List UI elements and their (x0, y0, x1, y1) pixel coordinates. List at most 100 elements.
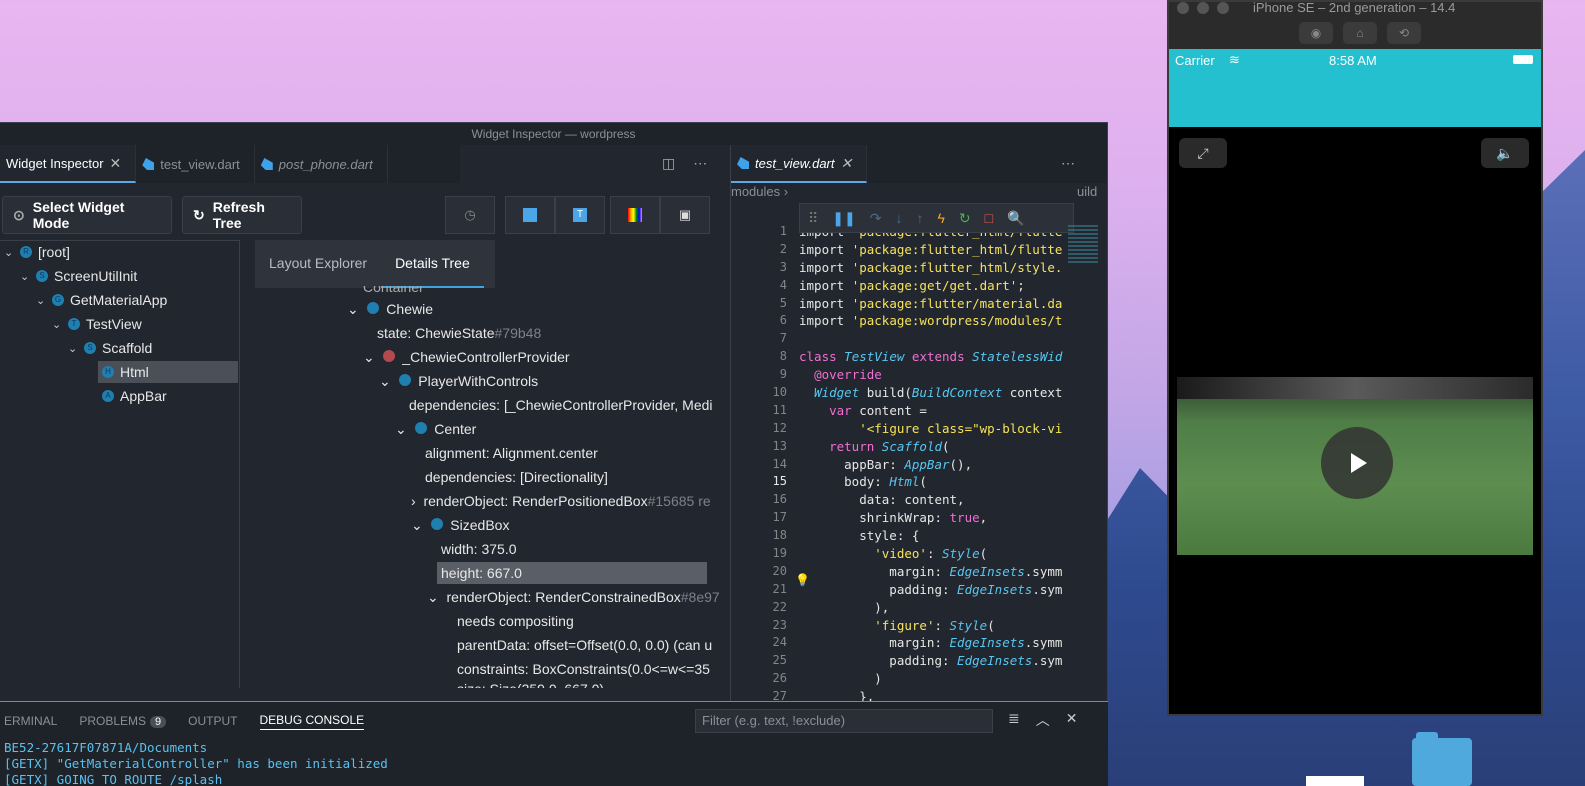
detail-parent-data[interactable]: parentData: offset=Offset(0.0, 0.0) (can… (457, 634, 725, 656)
chevron-down-icon[interactable]: ⌄ (379, 373, 391, 389)
play-button-icon[interactable] (1321, 427, 1393, 499)
tab-test-view-editor[interactable]: test_view.dart ✕ (731, 145, 868, 183)
code-editor[interactable]: test_view.dart ✕ ⋯ modules › uild 123456… (730, 145, 1108, 724)
more-actions-icon[interactable]: ⋯ (693, 155, 707, 172)
home-icon: ⌂ (1356, 26, 1364, 40)
widget-badge-icon: S (36, 270, 48, 282)
hot-restart-icon[interactable]: ↻ (959, 210, 971, 227)
detail-label: renderObject: RenderPositionedBox (423, 493, 648, 509)
chevron-down-icon[interactable]: ⌄ (395, 421, 407, 437)
volume-button[interactable]: 🔈 (1481, 138, 1529, 168)
stop-icon[interactable]: □ (985, 210, 993, 226)
detail-provider[interactable]: ⌄ _ChewieControllerProvider (363, 346, 570, 368)
tab-widget-inspector[interactable]: Widget Inspector ✕ (0, 145, 137, 183)
detail-constraints[interactable]: constraints: BoxConstraints(0.0<=w<=35 (457, 658, 725, 680)
tab-terminal[interactable]: ERMINAL (4, 714, 57, 728)
detail-needs-compositing[interactable]: needs compositing (457, 610, 574, 632)
video-player[interactable] (1177, 377, 1533, 555)
dart-file-icon (142, 158, 155, 170)
screenshot-button[interactable]: ◉ (1299, 22, 1333, 44)
detail-render-constrained[interactable]: ⌄ renderObject: RenderConstrainedBox#8e9… (427, 586, 725, 608)
detail-render-positioned[interactable]: › renderObject: RenderPositionedBox#1568… (411, 490, 725, 512)
line-number: 20 (772, 563, 787, 578)
breadcrumb-item[interactable]: modules (731, 184, 780, 199)
tree-node-html[interactable]: H Html (98, 361, 238, 383)
lightbulb-icon[interactable]: 💡 (795, 573, 810, 587)
chevron-down-icon[interactable]: ⌄ (52, 318, 62, 331)
desktop-folder-icon[interactable] (1412, 732, 1472, 786)
refresh-tree-button[interactable]: ↻ Refresh Tree (182, 196, 302, 234)
detail-center[interactable]: ⌄ Center (395, 418, 476, 440)
fullscreen-button[interactable]: ⤢ (1179, 138, 1227, 168)
console-filter-input[interactable]: Filter (e.g. text, !exclude) (695, 709, 993, 733)
chevron-down-icon[interactable]: ⌄ (4, 246, 14, 259)
zoom-window-icon[interactable] (1217, 2, 1229, 14)
detail-width[interactable]: width: 375.0 (441, 538, 517, 560)
pause-icon[interactable]: ❚❚ (832, 210, 855, 227)
detail-alignment[interactable]: alignment: Alignment.center (425, 442, 598, 464)
tree-node-screenutilinit[interactable]: ⌄ S ScreenUtilInit (20, 265, 137, 287)
chevron-down-icon[interactable]: ⌄ (20, 270, 30, 283)
inspect-icon[interactable]: 🔍 (1007, 210, 1024, 227)
detail-height[interactable]: height: 667.0 (437, 562, 707, 584)
chevron-up-icon[interactable]: ︿ (1036, 710, 1050, 730)
chevron-down-icon[interactable]: ⌄ (36, 294, 46, 307)
breadcrumb-end[interactable]: uild (1077, 184, 1097, 199)
drag-handle-icon[interactable]: ⠿ (808, 210, 818, 227)
detail-player[interactable]: ⌄ PlayerWithControls (379, 370, 538, 392)
text-baselines-button[interactable]: T (555, 196, 605, 234)
home-button[interactable]: ⌂ (1343, 22, 1377, 44)
history-button[interactable]: ◷ (445, 196, 495, 234)
step-into-icon[interactable]: ↓ (895, 210, 902, 226)
breadcrumb[interactable]: modules › (731, 184, 788, 199)
tree-node-testview[interactable]: ⌄ T TestView (52, 313, 142, 335)
code-content[interactable]: import 'package:flutter_html/flutte impor… (799, 223, 1062, 724)
chevron-down-icon[interactable]: ⌄ (427, 589, 439, 605)
word-wrap-icon[interactable]: ≣ (1008, 710, 1020, 730)
tree-node-appbar[interactable]: A AppBar (102, 385, 167, 407)
close-icon[interactable]: ✕ (841, 155, 853, 172)
minimap[interactable] (1068, 225, 1098, 265)
line-number: 7 (779, 331, 787, 346)
close-icon[interactable]: ✕ (110, 155, 122, 172)
tab-output[interactable]: OUTPUT (188, 714, 237, 728)
tree-node-scaffold[interactable]: ⌄ S Scaffold (68, 337, 152, 359)
minimize-window-icon[interactable] (1197, 2, 1209, 14)
rotate-button[interactable]: ⟲ (1387, 22, 1421, 44)
tab-test-view[interactable]: test_view.dart (136, 145, 255, 183)
tab-label: post_phone.dart (278, 156, 373, 172)
detail-chewie[interactable]: ⌄ Chewie (347, 298, 433, 320)
chevron-down-icon[interactable]: ⌄ (347, 301, 359, 317)
image-button[interactable]: ▣ (660, 196, 710, 234)
select-widget-mode-button[interactable]: ⊙ Select Widget Mode (2, 196, 172, 234)
chevron-down-icon[interactable]: ⌄ (363, 349, 375, 365)
battery-icon (1513, 55, 1533, 64)
speaker-icon: 🔈 (1496, 145, 1514, 161)
debug-paint-button[interactable] (505, 196, 555, 234)
detail-size[interactable]: size: Size(359.0, 667.0) (457, 678, 604, 688)
step-out-icon[interactable]: ↑ (916, 210, 923, 226)
detail-dependencies[interactable]: dependencies: [_ChewieControllerProvider… (409, 394, 725, 416)
chevron-down-icon[interactable]: ⌄ (411, 517, 423, 533)
detail-state[interactable]: state: ChewieState#79b48 (377, 322, 541, 344)
close-window-icon[interactable] (1177, 2, 1189, 14)
tab-details-tree[interactable]: Details Tree (381, 240, 484, 288)
tab-debug-console[interactable]: DEBUG CONSOLE (259, 713, 365, 730)
desktop-document-icon[interactable] (1306, 776, 1364, 786)
tree-node-root[interactable]: ⌄ R [root] (4, 241, 70, 263)
split-editor-icon[interactable]: ◫ (662, 155, 675, 172)
more-actions-icon[interactable]: ⋯ (1061, 155, 1075, 172)
tab-problems[interactable]: PROBLEMS 9 (79, 714, 167, 728)
detail-sizedbox[interactable]: ⌄ SizedBox (411, 514, 509, 536)
tab-layout-explorer[interactable]: Layout Explorer (255, 240, 381, 288)
tree-node-getmaterialapp[interactable]: ⌄ G GetMaterialApp (36, 289, 167, 311)
repaint-rainbow-button[interactable] (610, 196, 660, 234)
detail-dependencies-2[interactable]: dependencies: [Directionality] (425, 466, 608, 488)
tab-post-phone[interactable]: post_phone.dart (255, 145, 388, 183)
close-panel-icon[interactable]: ✕ (1066, 710, 1078, 730)
chevron-down-icon[interactable]: ⌄ (68, 342, 78, 355)
chevron-right-icon[interactable]: › (411, 493, 416, 509)
hot-reload-icon[interactable]: ϟ (937, 210, 944, 226)
detail-hash: #8e97 (680, 589, 720, 605)
step-over-icon[interactable]: ↷ (870, 210, 882, 227)
